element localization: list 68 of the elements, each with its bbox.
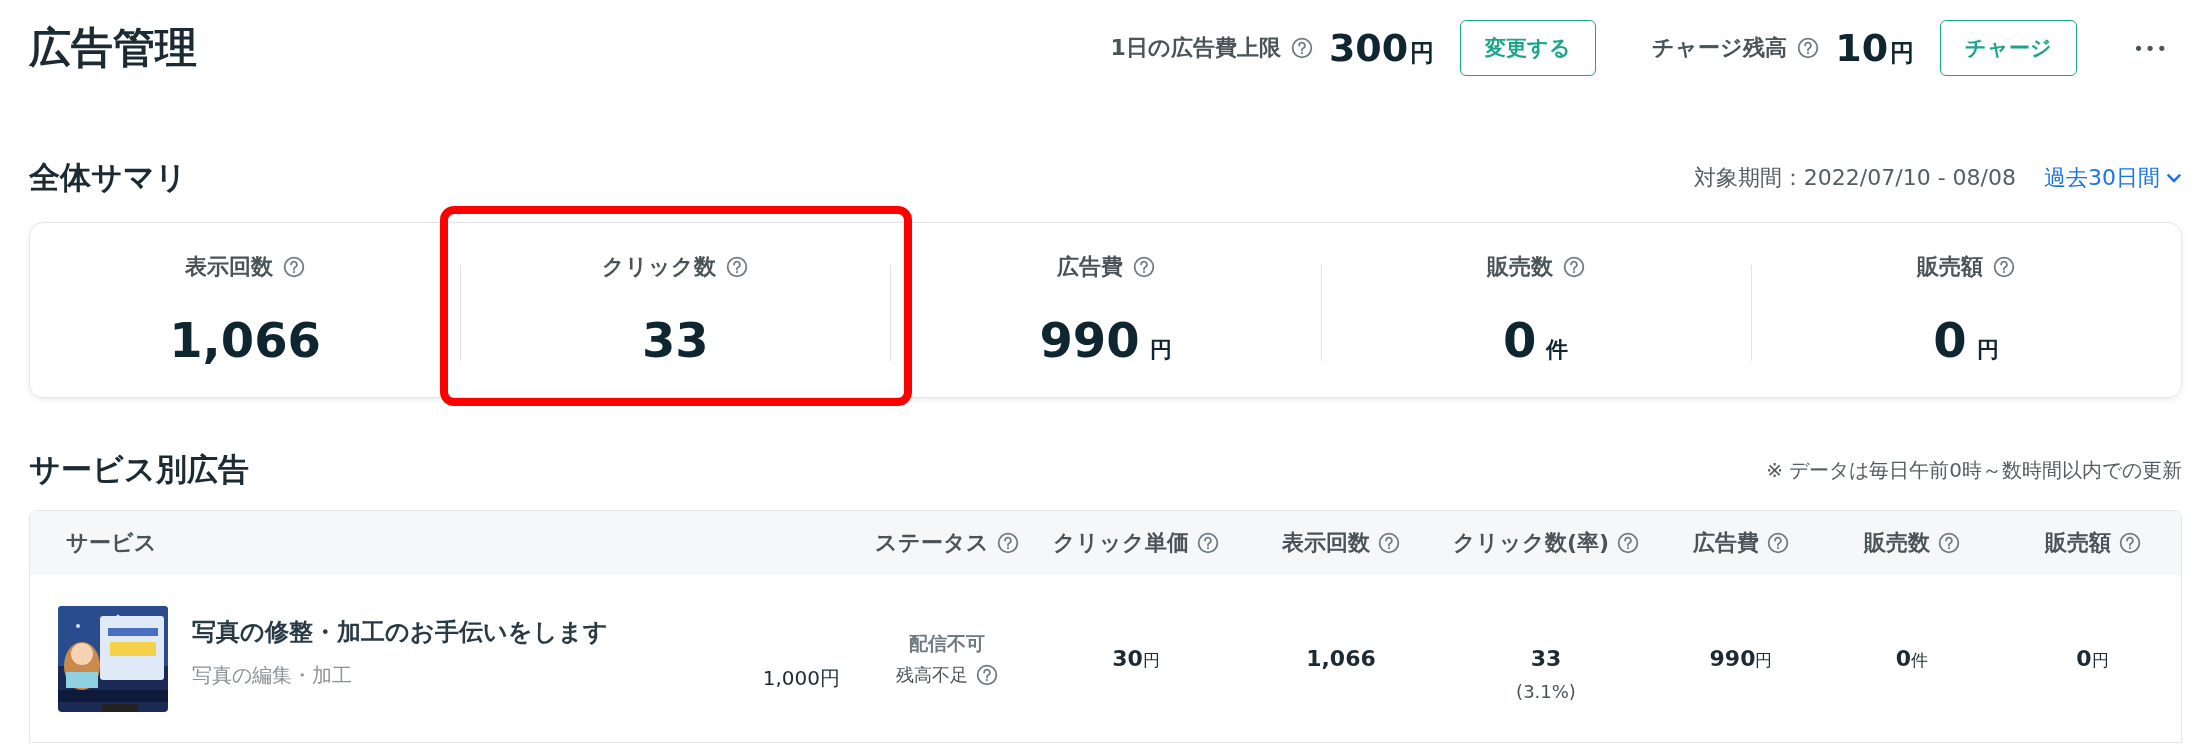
status-reason: 残高不足 — [896, 662, 968, 687]
service-name[interactable]: 写真の修整・加工のお手伝いをします — [192, 616, 608, 648]
outline-button[interactable]: 変更する — [1460, 20, 1597, 76]
help-icon[interactable] — [1132, 256, 1155, 278]
unit-label: 円 — [1142, 648, 1160, 672]
column-header: ステータス — [875, 529, 989, 557]
metric-value: 33 — [641, 312, 709, 368]
outline-button[interactable]: チャージ — [1940, 20, 2078, 76]
help-icon[interactable] — [283, 256, 306, 278]
more-button[interactable]: ••• — [2133, 37, 2168, 59]
cell-value: 30 — [1112, 645, 1143, 671]
metric-label: 販売数 — [1486, 253, 1553, 281]
cell-value: 33 — [1530, 645, 1562, 671]
help-icon[interactable] — [1378, 532, 1400, 554]
metric-value: 990 — [1039, 312, 1140, 368]
cell-value: 0 — [1895, 645, 1912, 671]
unit-label: 円 — [2091, 648, 2109, 672]
column-header: 販売額 — [2044, 529, 2111, 557]
metric-label: 販売額 — [1916, 253, 1983, 281]
column-header: クリック数(率) — [1452, 529, 1610, 557]
unit-label: 件 — [1911, 648, 1929, 672]
help-icon[interactable] — [976, 663, 998, 686]
metric-value: 0 — [1933, 312, 1967, 368]
help-icon[interactable] — [1938, 532, 1960, 554]
section-title: 全体サマリ — [29, 158, 187, 197]
help-icon[interactable] — [1992, 256, 2015, 278]
help-icon[interactable] — [1197, 532, 1219, 554]
range-dropdown[interactable]: 過去30日間 — [2044, 163, 2182, 193]
period-text: 対象期間：2022/07/10 - 08/08 — [1693, 164, 2016, 192]
label: チャージ残高 — [1652, 34, 1788, 62]
section-title: サービス別広告 — [29, 450, 249, 489]
help-icon[interactable] — [726, 256, 749, 278]
metric-value: 0 — [1503, 312, 1537, 368]
amount-value: 10 — [1835, 26, 1889, 70]
unit-label: 円 — [1976, 336, 1999, 364]
help-icon[interactable] — [1562, 256, 1585, 278]
metric-label: クリック数 — [602, 253, 717, 281]
column-header: 表示回数 — [1282, 529, 1370, 557]
help-icon[interactable] — [1797, 37, 1820, 59]
amount-value: 300 — [1328, 26, 1409, 70]
column-header: 広告費 — [1693, 529, 1759, 557]
page-title: 広告管理 — [29, 22, 197, 74]
help-icon[interactable] — [997, 532, 1019, 554]
column-header: 販売数 — [1864, 529, 1930, 557]
unit-label: 円 — [1410, 38, 1435, 69]
column-header: サービス — [66, 529, 157, 557]
metric-value: 1,066 — [169, 312, 321, 368]
help-icon[interactable] — [1767, 532, 1789, 554]
service-price: 1,000円 — [762, 665, 840, 692]
metric-label: 広告費 — [1056, 253, 1123, 281]
column-header: クリック単価 — [1053, 529, 1189, 557]
rate-value: (3.1%) — [1516, 680, 1576, 702]
cell-value: 0 — [2076, 645, 2092, 671]
unit-label: 円 — [1755, 648, 1773, 672]
status-text: 配信不可 — [909, 630, 985, 656]
unit-label: 円 — [1149, 336, 1172, 364]
help-icon[interactable] — [2118, 532, 2141, 554]
unit-label: 円 — [1890, 38, 1915, 69]
help-icon[interactable] — [1617, 532, 1640, 554]
update-note: ※ データは毎日午前0時～数時間以内での更新 — [1766, 456, 2182, 484]
service-category: 写真の編集・加工 — [192, 662, 353, 689]
metric-label: 表示回数 — [185, 253, 274, 281]
help-icon[interactable] — [1290, 37, 1313, 59]
chevron-down-icon[interactable] — [2166, 172, 2182, 184]
cell-value: 990 — [1709, 645, 1756, 671]
label: 1日の広告費上限 — [1110, 34, 1281, 62]
unit-label: 件 — [1546, 336, 1569, 364]
cell-value: 1,066 — [1306, 646, 1376, 671]
